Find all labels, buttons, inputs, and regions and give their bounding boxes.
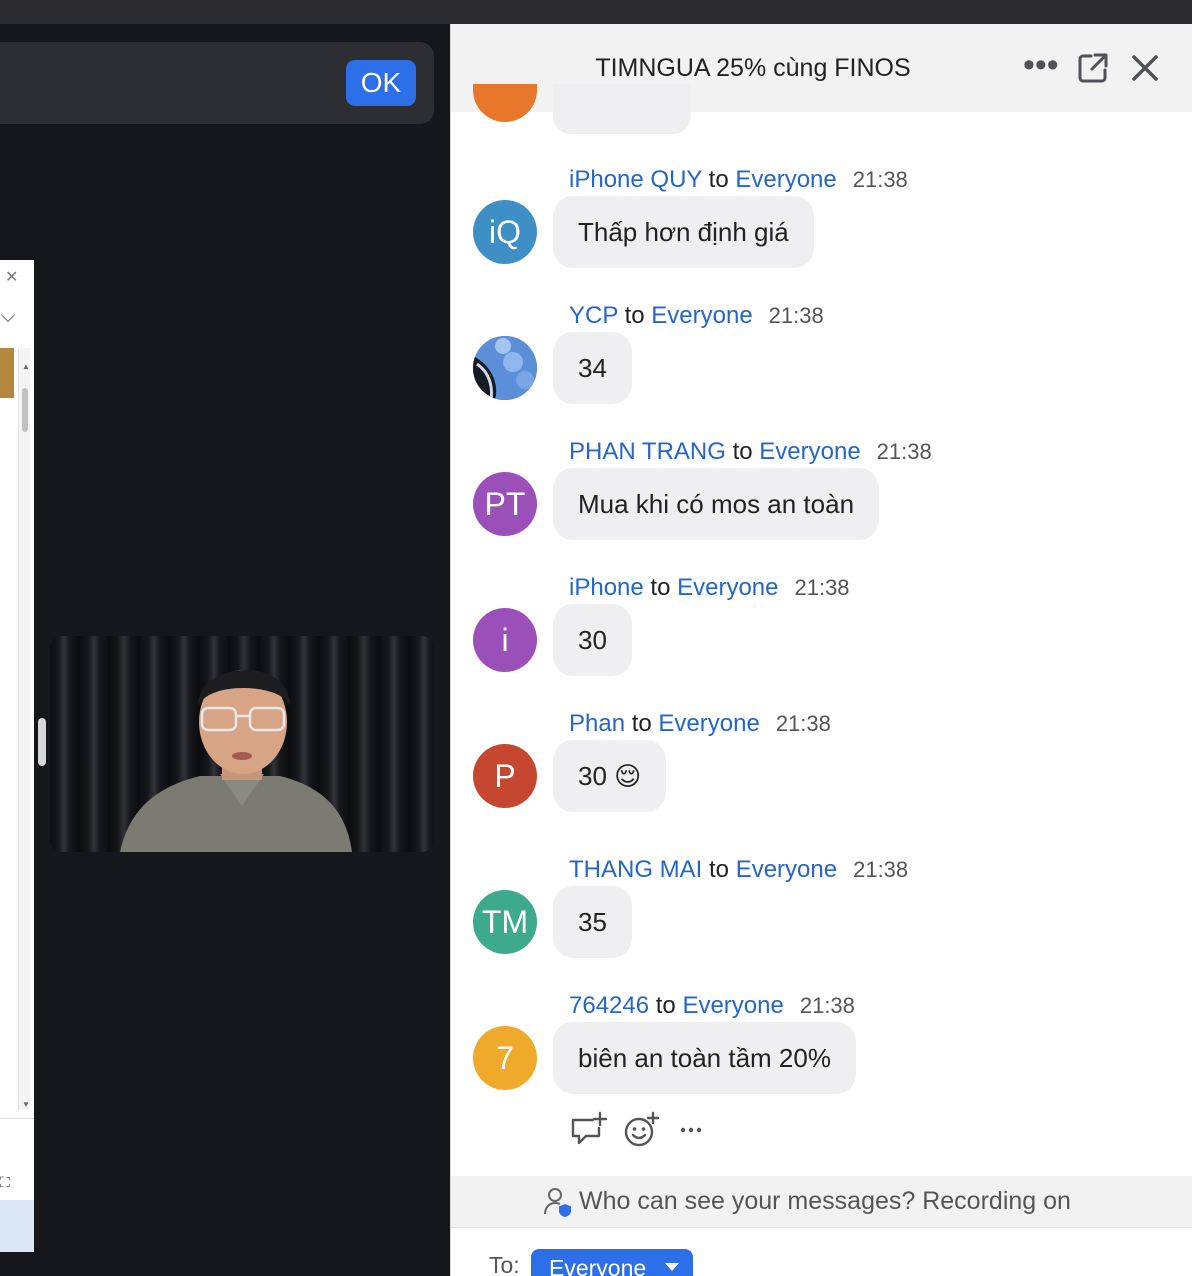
title-bar [0,0,1192,24]
message-time: 21:38 [768,303,824,328]
close-icon[interactable]: ✕ [5,270,18,286]
reply-thread-icon[interactable] [569,1110,609,1150]
avatar: iQ [473,200,537,264]
message-to-word: to [655,992,676,1019]
recipient-select[interactable]: Everyone [531,1249,693,1276]
speaker-silhouette [50,636,434,852]
message-bubble: 34 [553,332,632,404]
message-bubble: 35 [553,886,632,958]
message-actions [569,1110,729,1150]
document-footer [0,1200,34,1252]
chat-panel: TIMNGUA 25% cùng FINOS ••• iPhone QUY to… [450,24,1192,1276]
privacy-notice[interactable]: Who can see your messages? Recording on [451,1176,1192,1228]
message-meta: iPhone to Everyone 21:38 [569,574,850,602]
message-to-word: to [624,302,645,329]
chat-message: iPhone to Everyone 21:38 i 30 [451,574,1192,710]
message-time: 21:38 [876,439,932,464]
scroll-down-icon[interactable]: ▼ [22,1100,30,1109]
message-bubble: 30 😌 [553,740,667,812]
chat-message: YCP to Everyone 21:38 34 [451,302,1192,438]
notification-banner: OK [0,42,434,124]
message-to-word: to [708,166,729,193]
message-meta: iPhone QUY to Everyone 21:38 [569,166,908,194]
message-meta: THANG MAI to Everyone 21:38 [569,856,908,884]
avatar: i [473,608,537,672]
document-scrollbar[interactable]: ▲ ▼ [18,348,30,1110]
recipient-row: To: Everyone [451,1228,1192,1276]
message-meta: PHAN TRANG to Everyone 21:38 [569,438,932,466]
message-time: 21:38 [794,575,850,600]
message-bubble [553,84,691,134]
message-target[interactable]: Everyone [658,710,759,737]
message-target[interactable]: Everyone [759,438,860,465]
message-sender[interactable]: Phan [569,710,625,737]
more-horizontal-icon[interactable]: ••• [1023,46,1059,85]
message-sender[interactable]: iPhone [569,574,644,601]
avatar: TM [473,890,537,954]
message-to-word: to [631,710,652,737]
ok-button[interactable]: OK [346,60,416,106]
message-meta: YCP to Everyone 21:38 [569,302,824,330]
recipient-value: Everyone [549,1255,647,1276]
add-reaction-icon[interactable] [621,1110,661,1150]
privacy-user-icon [544,1188,571,1217]
avatar-photo [473,336,537,400]
message-time: 21:38 [799,993,855,1018]
message-sender[interactable]: THANG MAI [569,856,702,883]
expand-icon[interactable]: ⛶ [0,1174,10,1191]
message-target[interactable]: Everyone [682,992,783,1019]
message-to-word: to [709,856,730,883]
message-to-word: to [732,438,753,465]
message-to-word: to [650,574,671,601]
avatar: P [473,744,537,808]
participant-video[interactable] [50,636,434,852]
popout-icon[interactable] [1075,50,1111,86]
message-meta: 764246 to Everyone 21:38 [569,992,855,1020]
message-target[interactable]: Everyone [677,574,778,601]
message-target[interactable]: Everyone [736,856,837,883]
meeting-area: OK ✕ ▲ ▼ ⛶ [0,24,450,1276]
message-sender[interactable]: PHAN TRANG [569,438,726,465]
avatar [473,84,537,122]
chat-message: THANG MAI to Everyone 21:38 TM 35 [451,856,1192,992]
privacy-notice-text: Who can see your messages? Recording on [579,1187,1071,1215]
chat-message: Phan to Everyone 21:38 P 30 😌 [451,710,1192,846]
scroll-up-icon[interactable]: ▲ [22,362,30,371]
document-thumbnail [0,348,14,398]
resize-handle[interactable] [38,718,46,766]
message-time: 21:38 [852,167,908,192]
caret-down-icon [665,1263,679,1271]
message-target[interactable]: Everyone [651,302,752,329]
message-target[interactable]: Everyone [735,166,836,193]
scrollbar-thumb[interactable] [22,388,28,432]
message-bubble: Mua khi có mos an toàn [553,468,880,540]
chat-message: PHAN TRANG to Everyone 21:38 PT Mua khi c… [451,438,1192,574]
more-horizontal-icon[interactable] [673,1110,713,1150]
avatar: PT [473,472,537,536]
chat-message: 764246 to Everyone 21:38 7 biên an toàn t… [451,992,1192,1128]
message-time: 21:38 [853,857,909,882]
message-bubble: Thấp hơn định giá [553,196,814,268]
message-sender[interactable]: YCP [569,302,618,329]
shared-document-panel: ✕ ▲ ▼ ⛶ [0,260,34,1252]
chat-message: iPhone QUY to Everyone 21:38 iQ Thấp hơn … [451,166,1192,302]
message-sender[interactable]: iPhone QUY [569,166,702,193]
avatar: 7 [473,1026,537,1090]
close-icon[interactable] [1127,50,1163,86]
message-bubble: 30 [553,604,632,676]
to-label: To: [489,1252,520,1276]
message-bubble: biên an toàn tầm 20% [553,1022,856,1094]
message-meta: Phan to Everyone 21:38 [569,710,831,738]
message-sender[interactable]: 764246 [569,992,649,1019]
message-time: 21:38 [775,711,831,736]
chevron-down-icon[interactable] [0,307,16,323]
chat-title: TIMNGUA 25% cùng FINOS [595,54,911,82]
divider [0,1118,34,1119]
